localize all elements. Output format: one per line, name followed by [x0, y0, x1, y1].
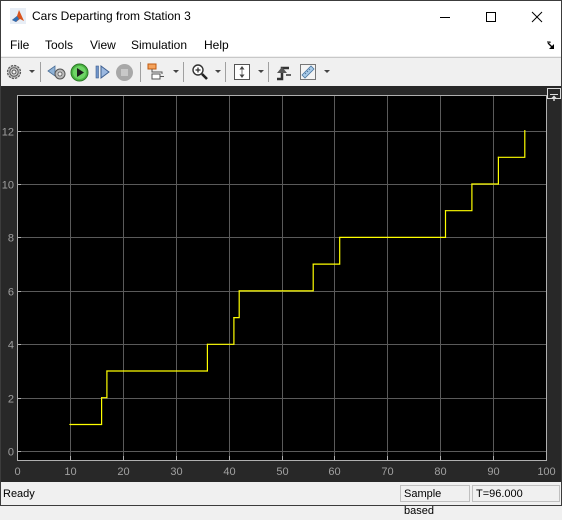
scope-figure: 0 10 20 30 40 50 60 70 80 90 100 0 2 4 6 8 10 12: [1, 86, 561, 482]
ruler-icon: [300, 64, 316, 80]
axes-background: [17, 95, 546, 460]
x-tick-labels: 0 10 20 30 40 50 60 70 80 90 100: [14, 466, 555, 478]
y-tick-label: 0: [8, 447, 14, 459]
signal-step-point: [524, 129, 526, 132]
signal-step-point: [444, 210, 447, 212]
highlight-block-icon: [147, 63, 164, 80]
menu-bar: File Tools View Simulation Help: [1, 32, 561, 56]
simulation-time: T=96.000: [472, 485, 560, 502]
y-tick-label: 10: [2, 180, 14, 192]
close-button[interactable]: [514, 1, 560, 32]
zoom-dropdown-arrow[interactable]: [215, 70, 221, 73]
trigger-icon: [277, 66, 291, 81]
step-forward-button[interactable]: [92, 62, 112, 82]
signal-step-point: [206, 343, 209, 345]
maximize-button[interactable]: [468, 1, 514, 32]
close-icon: [531, 11, 543, 22]
menu-view[interactable]: View: [90, 38, 116, 52]
scale-y-icon: [234, 64, 250, 80]
signal-step-point: [312, 263, 314, 265]
y-tick-labels: 0 2 4 6 8 10 12: [2, 127, 14, 459]
highlight-block-button[interactable]: [146, 62, 166, 82]
x-tick-label: 60: [328, 466, 340, 478]
x-tick-label: 30: [170, 466, 182, 478]
minimize-icon: [440, 16, 450, 18]
expand-axes-button[interactable]: [547, 88, 561, 101]
status-bar: Ready Sample based T=96.000: [1, 483, 561, 517]
x-tick-label: 20: [117, 466, 129, 478]
zoom-in-icon: [192, 64, 208, 80]
sample-mode-indicator: Sample based: [400, 485, 470, 517]
y-tick-label: 8: [8, 233, 14, 245]
run-button[interactable]: [69, 62, 89, 82]
highlight-dropdown-arrow[interactable]: [173, 70, 179, 73]
zoom-in-button[interactable]: [190, 62, 210, 82]
stop-icon: [115, 63, 133, 81]
scope-plot[interactable]: 0 10 20 30 40 50 60 70 80 90 100 0 2 4 6 8 10 12: [1, 86, 561, 482]
menu-file[interactable]: File: [10, 38, 29, 52]
step-back-icon: [47, 65, 66, 80]
signal-step-point: [497, 156, 499, 158]
y-tick-label: 2: [8, 394, 14, 406]
measurements-button[interactable]: [298, 62, 318, 82]
signal-step-point: [106, 370, 108, 372]
toolbar: [1, 57, 561, 87]
toolbar-separator: [225, 62, 226, 82]
matlab-logo-icon: [10, 8, 26, 24]
scale-axes-button[interactable]: [232, 62, 252, 82]
measurements-dropdown-arrow[interactable]: [324, 70, 330, 73]
gear-icon: [6, 64, 22, 80]
signal-step-point: [339, 236, 341, 239]
y-tick-label: 4: [8, 340, 14, 352]
x-tick-label: 70: [381, 466, 393, 478]
maximize-icon: [486, 11, 496, 22]
expand-icon: [550, 94, 558, 101]
title-bar: Cars Departing from Station 3: [1, 1, 561, 32]
signal-step-point: [233, 316, 235, 319]
menu-simulation[interactable]: Simulation: [131, 38, 187, 52]
toolbar-separator: [140, 62, 141, 82]
x-tick-label: 50: [276, 466, 288, 478]
x-tick-label: 90: [487, 466, 499, 478]
scope-window: Cars Departing from Station 3 File Tools…: [0, 0, 562, 517]
x-tick-label: 100: [537, 466, 555, 478]
status-text: Ready: [3, 488, 35, 500]
toolbar-separator: [183, 62, 184, 82]
y-tick-label: 12: [2, 127, 14, 139]
configuration-properties-button[interactable]: [4, 62, 24, 82]
run-icon: [70, 63, 88, 81]
step-back-button[interactable]: [47, 62, 67, 82]
triggers-button[interactable]: [274, 62, 294, 82]
stop-button[interactable]: [114, 62, 134, 82]
signal-step-point: [471, 183, 473, 185]
toolbar-separator: [268, 62, 269, 82]
minimize-button[interactable]: [422, 1, 468, 32]
x-tick-label: 40: [223, 466, 235, 478]
configuration-dropdown-arrow[interactable]: [29, 70, 35, 73]
window-title: Cars Departing from Station 3: [32, 9, 191, 23]
undock-arrow-icon[interactable]: [546, 41, 555, 49]
step-forward-icon: [95, 65, 110, 79]
scale-axes-dropdown-arrow[interactable]: [258, 70, 264, 73]
signal-step-point: [69, 423, 71, 426]
menu-help[interactable]: Help: [204, 38, 229, 52]
signal-step-point: [101, 397, 103, 399]
toolbar-separator: [40, 62, 41, 82]
menu-tools[interactable]: Tools: [45, 38, 73, 52]
x-tick-label: 10: [64, 466, 76, 478]
x-tick-label: 0: [14, 466, 20, 478]
signal-step-point: [238, 290, 240, 292]
y-tick-label: 6: [8, 287, 14, 299]
x-tick-label: 80: [434, 466, 446, 478]
